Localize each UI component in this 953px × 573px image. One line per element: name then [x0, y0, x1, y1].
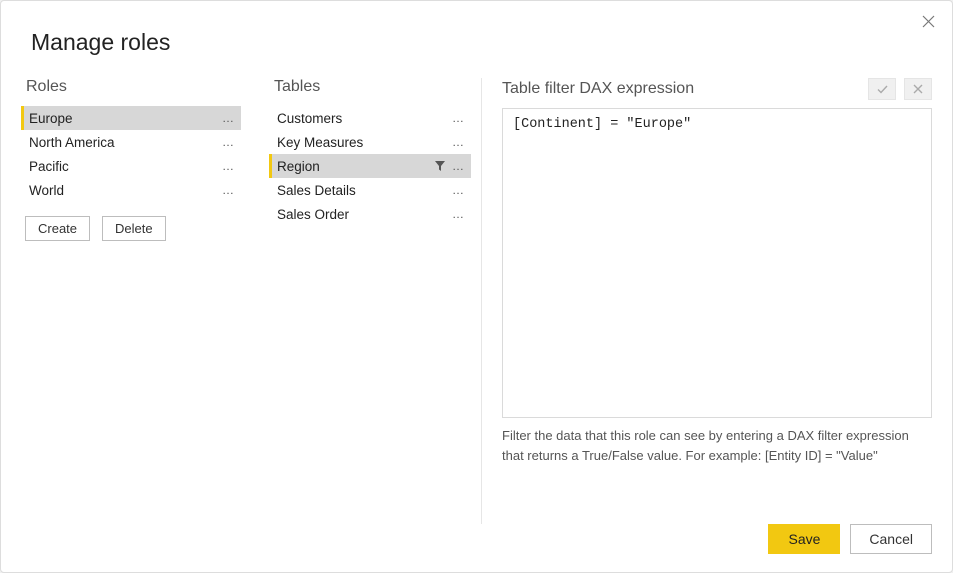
role-label: Pacific — [29, 159, 220, 174]
save-button[interactable]: Save — [768, 524, 840, 554]
table-label: Customers — [277, 111, 450, 126]
tables-column: Tables Customers … Key Measures … Region — [259, 78, 482, 524]
dax-expression-input[interactable] — [502, 108, 932, 418]
roles-list: Europe … North America … Pacific … World… — [21, 106, 241, 202]
ellipsis-icon[interactable]: … — [450, 111, 467, 125]
role-label: North America — [29, 135, 220, 150]
x-icon — [913, 84, 923, 94]
role-label: Europe — [29, 111, 220, 126]
ellipsis-icon[interactable]: … — [220, 135, 237, 149]
ellipsis-icon[interactable]: … — [220, 183, 237, 197]
role-item-pacific[interactable]: Pacific … — [21, 154, 241, 178]
ellipsis-icon[interactable]: … — [220, 159, 237, 173]
ellipsis-icon[interactable]: … — [450, 135, 467, 149]
role-item-world[interactable]: World … — [21, 178, 241, 202]
tables-list: Customers … Key Measures … Region … — [269, 106, 471, 226]
table-label: Region — [277, 159, 434, 174]
tables-header: Tables — [274, 78, 471, 96]
delete-role-button[interactable]: Delete — [102, 216, 166, 241]
dialog-title: Manage roles — [31, 29, 932, 56]
table-item-sales-order[interactable]: Sales Order … — [269, 202, 471, 226]
ellipsis-icon[interactable]: … — [220, 111, 237, 125]
dax-header: Table filter DAX expression — [502, 80, 694, 98]
roles-column: Roles Europe … North America … Pacific …… — [21, 78, 259, 524]
role-item-north-america[interactable]: North America … — [21, 130, 241, 154]
cancel-button[interactable]: Cancel — [850, 524, 932, 554]
role-item-europe[interactable]: Europe … — [21, 106, 241, 130]
table-item-region[interactable]: Region … — [269, 154, 471, 178]
role-buttons: Create Delete — [25, 216, 241, 241]
table-item-customers[interactable]: Customers … — [269, 106, 471, 130]
table-item-sales-details[interactable]: Sales Details … — [269, 178, 471, 202]
ellipsis-icon[interactable]: … — [450, 207, 467, 221]
table-label: Sales Details — [277, 183, 450, 198]
close-button[interactable] — [916, 9, 940, 33]
check-icon — [877, 84, 888, 95]
dax-header-row: Table filter DAX expression — [502, 78, 932, 100]
table-label: Key Measures — [277, 135, 450, 150]
roles-header: Roles — [26, 78, 241, 96]
dialog-footer: Save Cancel — [21, 524, 932, 554]
accept-expression-button[interactable] — [868, 78, 896, 100]
manage-roles-dialog: Manage roles Roles Europe … North Americ… — [0, 0, 953, 573]
dax-column: Table filter DAX expression Filter the d… — [482, 78, 932, 524]
ellipsis-icon[interactable]: … — [450, 159, 467, 173]
close-icon — [922, 15, 935, 28]
table-label: Sales Order — [277, 207, 450, 222]
create-role-button[interactable]: Create — [25, 216, 90, 241]
dax-help-text: Filter the data that this role can see b… — [502, 426, 932, 465]
ellipsis-icon[interactable]: … — [450, 183, 467, 197]
dax-actions — [868, 78, 932, 100]
table-item-key-measures[interactable]: Key Measures … — [269, 130, 471, 154]
role-label: World — [29, 183, 220, 198]
columns-container: Roles Europe … North America … Pacific …… — [21, 78, 932, 524]
discard-expression-button[interactable] — [904, 78, 932, 100]
filter-icon — [434, 160, 446, 172]
